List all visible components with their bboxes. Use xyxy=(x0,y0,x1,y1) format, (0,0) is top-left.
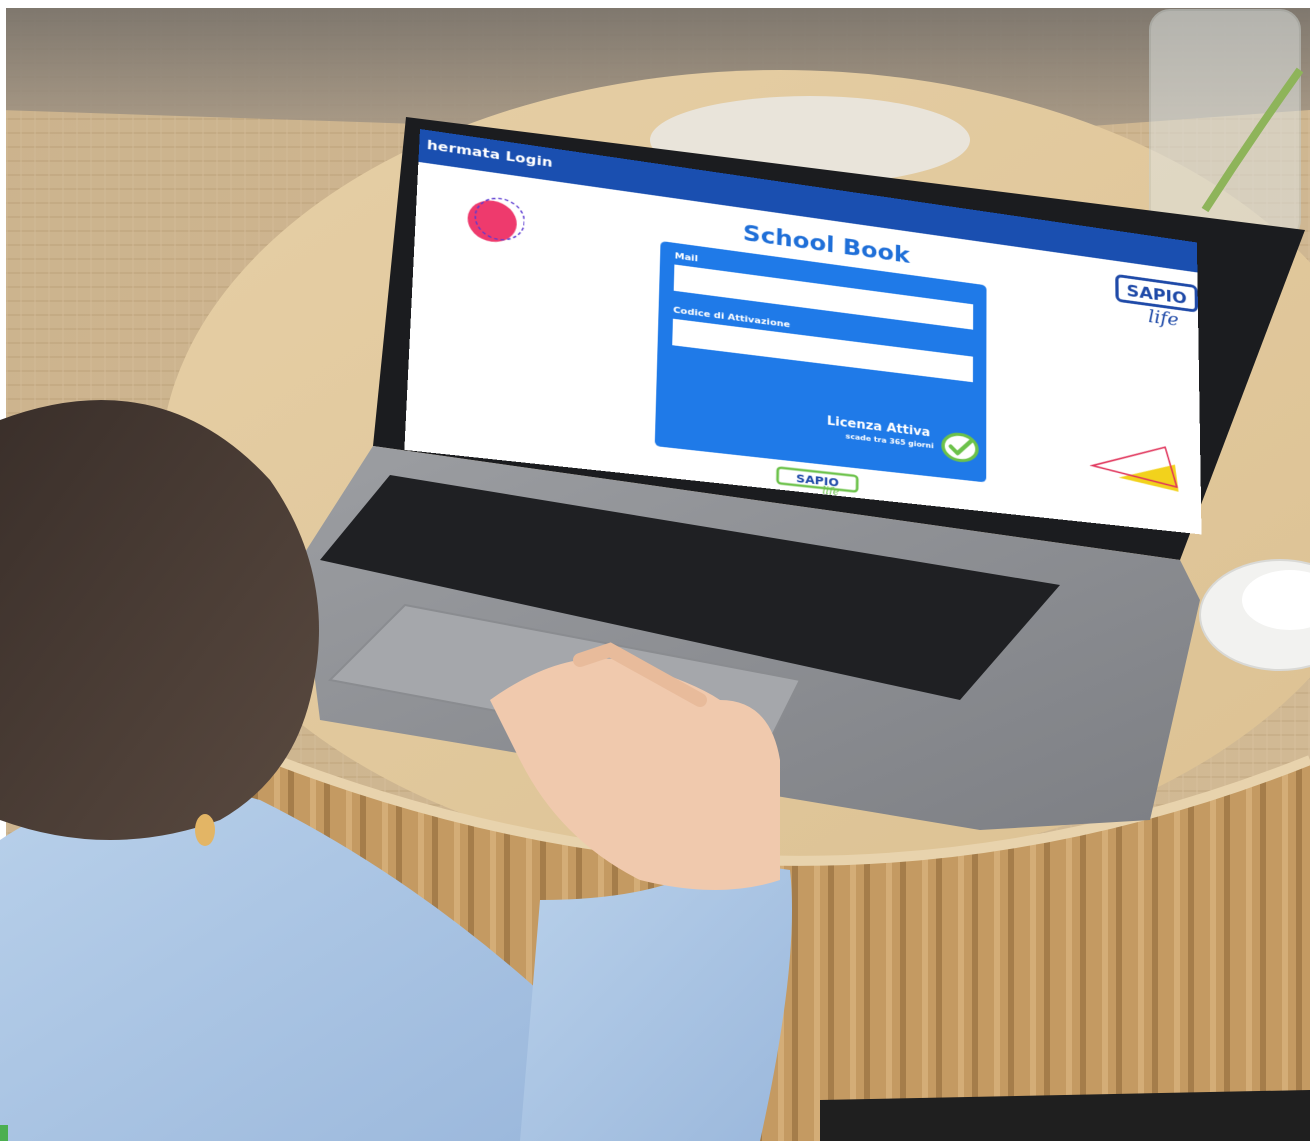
login-card: Mail Codice di Attivazione Licenza Attiv… xyxy=(654,240,987,483)
svg-text:life: life xyxy=(822,485,839,498)
window-title: hermata Login xyxy=(426,137,553,171)
mail-label: Mail xyxy=(674,250,699,264)
decorative-triangle-icon xyxy=(1087,425,1185,492)
license-status: Licenza Attiva xyxy=(826,413,931,440)
activation-code-input[interactable] xyxy=(672,318,973,383)
check-icon xyxy=(940,430,979,465)
sapio-life-logo: SAPIO life xyxy=(1114,271,1200,331)
laptop-screen: hermata Login School Book SAPIO life Mai… xyxy=(404,129,1202,535)
svg-text:life: life xyxy=(1148,307,1179,331)
sapio-life-logo-small: SAPIO life xyxy=(776,466,873,498)
